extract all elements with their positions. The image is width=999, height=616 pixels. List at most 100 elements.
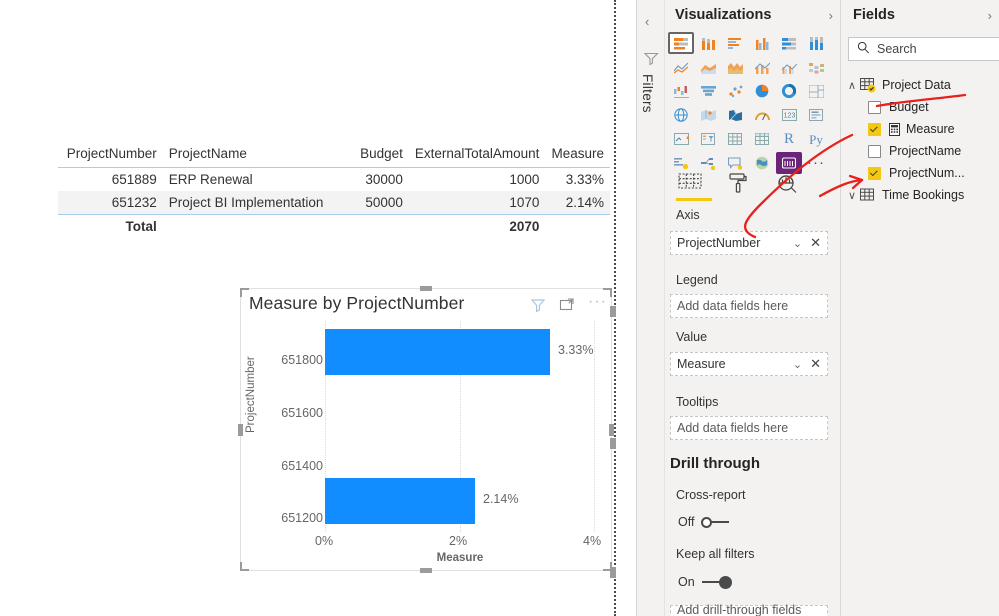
power-bi-report-editor: ProjectNumber ProjectName Budget Externa… bbox=[0, 0, 999, 616]
report-canvas[interactable]: ProjectNumber ProjectName Budget Externa… bbox=[0, 0, 616, 616]
page-resize-handle[interactable] bbox=[610, 567, 616, 578]
qa-visual-icon[interactable] bbox=[722, 152, 748, 174]
column-header-measure[interactable]: Measure bbox=[545, 143, 610, 168]
table-row[interactable]: 651232 Project BI Implementation 50000 1… bbox=[58, 191, 610, 215]
field-checkbox-projectname[interactable] bbox=[868, 144, 881, 158]
resize-handle-top-left[interactable] bbox=[240, 288, 249, 297]
line-clustered-column-chart-icon[interactable] bbox=[776, 56, 802, 78]
toggle-on-icon[interactable] bbox=[701, 576, 732, 589]
bar-651889[interactable] bbox=[325, 329, 550, 375]
gauge-icon[interactable] bbox=[749, 104, 775, 126]
bar-chart-visual[interactable]: Measure by ProjectNumber ··· ProjectNumb… bbox=[238, 286, 614, 573]
well-value[interactable]: Measure ⌄ ✕ bbox=[670, 352, 828, 376]
expand-chevron-icon[interactable]: › bbox=[829, 8, 833, 23]
shape-map-icon[interactable] bbox=[722, 104, 748, 126]
format-tab-icon[interactable] bbox=[728, 172, 750, 194]
field-checkbox-projectnumber[interactable] bbox=[868, 166, 881, 180]
kpi-icon[interactable]: ▲ bbox=[668, 128, 694, 150]
well-axis[interactable]: ProjectNumber ⌄ ✕ bbox=[670, 231, 828, 255]
cross-report-toggle[interactable]: Off bbox=[678, 515, 731, 529]
fields-search-box[interactable]: Search bbox=[848, 37, 999, 61]
r-script-visual-icon[interactable]: R bbox=[776, 128, 802, 150]
cell-budget: 50000 bbox=[337, 191, 409, 215]
stacked-area-chart-icon[interactable] bbox=[722, 56, 748, 78]
more-visuals-icon[interactable]: ··· bbox=[803, 152, 829, 174]
clustered-column-chart-icon[interactable] bbox=[749, 32, 775, 54]
chevron-down-icon[interactable]: ∨ bbox=[844, 189, 860, 202]
focus-mode-icon[interactable] bbox=[559, 297, 575, 313]
resize-handle-top[interactable] bbox=[420, 286, 432, 291]
card-icon[interactable]: 123 bbox=[776, 104, 802, 126]
well-legend[interactable]: Add data fields here bbox=[670, 294, 828, 318]
table-visual[interactable]: ProjectNumber ProjectName Budget Externa… bbox=[58, 143, 610, 238]
well-label-legend: Legend bbox=[676, 273, 718, 287]
chevron-down-icon[interactable]: ⌄ bbox=[793, 237, 802, 250]
fields-table-time-bookings[interactable]: ∨ Time Bookings bbox=[840, 184, 999, 206]
key-influencers-icon[interactable] bbox=[668, 152, 694, 174]
field-item-projectname[interactable]: ProjectName bbox=[840, 140, 999, 162]
line-stacked-column-chart-icon[interactable] bbox=[749, 56, 775, 78]
collapse-chevron-icon[interactable]: ‹ bbox=[645, 14, 649, 29]
field-item-budget[interactable]: Budget bbox=[840, 96, 999, 118]
multi-row-card-icon[interactable] bbox=[803, 104, 829, 126]
slicer-icon[interactable] bbox=[695, 128, 721, 150]
100-stacked-column-chart-icon[interactable] bbox=[803, 32, 829, 54]
area-chart-icon[interactable] bbox=[695, 56, 721, 78]
stacked-column-chart-icon[interactable] bbox=[695, 32, 721, 54]
drill-through-well[interactable]: Add drill-through fields here bbox=[670, 603, 828, 616]
field-item-projectnumber[interactable]: ProjectNum... bbox=[840, 162, 999, 184]
remove-field-icon[interactable]: ✕ bbox=[810, 356, 821, 372]
toggle-off-icon[interactable] bbox=[701, 516, 731, 528]
clustered-bar-chart-icon[interactable] bbox=[722, 32, 748, 54]
python-visual-icon[interactable]: Py bbox=[803, 128, 829, 150]
total-label: Total bbox=[58, 214, 163, 238]
column-header-projectname[interactable]: ProjectName bbox=[162, 143, 338, 168]
paginated-report-icon[interactable] bbox=[776, 152, 802, 174]
100-stacked-bar-chart-icon[interactable] bbox=[776, 32, 802, 54]
decomposition-tree-icon[interactable] bbox=[695, 152, 721, 174]
fields-table-project-data[interactable]: ∧ Project Data bbox=[840, 74, 999, 96]
table-row[interactable]: 651889 ERP Renewal 30000 1000 3.33% bbox=[58, 168, 610, 192]
arcgis-map-icon[interactable] bbox=[749, 152, 775, 174]
column-header-projectnumber[interactable]: ProjectNumber bbox=[58, 143, 163, 168]
scatter-chart-icon[interactable] bbox=[722, 80, 748, 102]
stacked-bar-chart-icon[interactable] bbox=[668, 32, 694, 54]
bar-651232[interactable] bbox=[325, 478, 475, 524]
page-resize-handle[interactable] bbox=[610, 306, 616, 317]
expand-chevron-icon[interactable]: › bbox=[988, 8, 992, 23]
column-header-budget[interactable]: Budget bbox=[337, 143, 409, 168]
remove-field-icon[interactable]: ✕ bbox=[810, 235, 821, 251]
x-tick-label: 4% bbox=[583, 534, 602, 548]
field-checkbox-budget[interactable] bbox=[868, 100, 881, 114]
funnel-chart-icon[interactable] bbox=[695, 80, 721, 102]
line-chart-icon[interactable] bbox=[668, 56, 694, 78]
analytics-tab-icon[interactable] bbox=[776, 172, 798, 194]
filters-rail[interactable]: ‹ Filters bbox=[637, 0, 665, 616]
svg-text:123: 123 bbox=[783, 113, 795, 120]
chevron-up-icon[interactable]: ∧ bbox=[844, 79, 860, 92]
keep-all-filters-toggle[interactable]: On bbox=[678, 575, 732, 589]
table-icon[interactable] bbox=[722, 128, 748, 150]
page-resize-handle[interactable] bbox=[610, 438, 616, 449]
waterfall-chart-icon[interactable] bbox=[668, 80, 694, 102]
fields-tab-icon[interactable] bbox=[678, 172, 702, 194]
matrix-icon[interactable] bbox=[749, 128, 775, 150]
ribbon-chart-icon[interactable] bbox=[803, 56, 829, 78]
field-label-projectnumber: ProjectNum... bbox=[889, 166, 965, 180]
field-item-measure[interactable]: Measure bbox=[840, 118, 999, 140]
field-checkbox-measure[interactable] bbox=[868, 122, 881, 136]
well-label-tooltips: Tooltips bbox=[676, 395, 719, 409]
map-icon[interactable] bbox=[668, 104, 694, 126]
treemap-icon[interactable] bbox=[803, 80, 829, 102]
pie-chart-icon[interactable] bbox=[749, 80, 775, 102]
filter-icon[interactable] bbox=[530, 297, 546, 313]
filled-map-icon[interactable] bbox=[695, 104, 721, 126]
column-header-externaltotalamount[interactable]: ExternalTotalAmount bbox=[408, 143, 546, 168]
well-tooltips[interactable]: Add data fields here bbox=[670, 416, 828, 440]
more-options-icon[interactable]: ··· bbox=[588, 294, 606, 313]
visualizations-header: Visualizations › bbox=[665, 0, 841, 30]
well-label-value: Value bbox=[676, 330, 708, 344]
chevron-down-icon[interactable]: ⌄ bbox=[793, 358, 802, 371]
donut-chart-icon[interactable] bbox=[776, 80, 802, 102]
plot-area: 3.33% 2.14% bbox=[325, 321, 595, 532]
